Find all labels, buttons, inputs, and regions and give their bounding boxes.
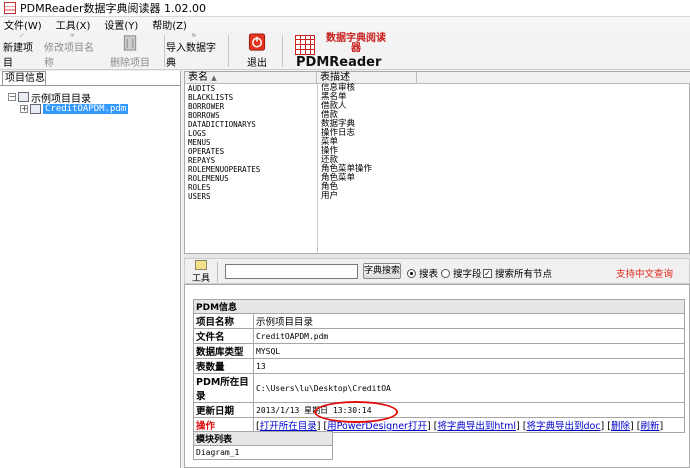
cn-search-hint: 支持中文查询 — [616, 269, 674, 280]
sort-asc-icon: ▲ — [211, 74, 217, 82]
menu-bar: 文件(W) 工具(X) 设置(Y) 帮助(Z) — [0, 17, 690, 32]
info-row: 更新日期 2013/1/13 星期日 13:30:14 — [193, 402, 685, 418]
table-row[interactable]: BORROWS 借款 — [185, 111, 690, 121]
search-input[interactable] — [225, 264, 358, 279]
table-name-cell: BORROWER — [188, 102, 225, 111]
tools-button[interactable]: 工具 — [191, 260, 211, 284]
logo-cn-text: 数据字典阅读器 — [326, 33, 386, 54]
table-name-cell: AUDITS — [188, 84, 216, 93]
pdm-file-icon — [30, 104, 41, 114]
edit-project-button[interactable]: 修改项目名称 — [44, 33, 100, 69]
refresh-link[interactable]: 刷新 — [640, 421, 659, 432]
delete-link[interactable]: 删除 — [611, 421, 630, 432]
pdm-info-header: PDM信息 — [193, 299, 685, 314]
table-row[interactable]: BLACKLISTS 黑名单 — [185, 93, 690, 103]
expand-icon[interactable]: + — [20, 105, 28, 113]
collapse-icon[interactable]: − — [8, 93, 16, 101]
table-name-cell: USERS — [188, 192, 211, 201]
window-title: PDMReader数据字典阅读器 1.02.00 — [20, 2, 207, 15]
table-row[interactable]: USERS 用户 — [185, 191, 690, 202]
search-separator — [217, 262, 218, 282]
logo-grid-icon — [295, 35, 315, 55]
tree-child-label: CreditOAPDM.pdm — [43, 104, 129, 114]
module-list-header: 模块列表 — [193, 431, 333, 446]
table-name-cell: ROLES — [188, 183, 211, 192]
export-doc-link[interactable]: 将字典导出到doc — [526, 421, 600, 432]
table-row[interactable]: MENUS 菜单 — [185, 138, 690, 148]
table-name-cell: MENUS — [188, 138, 211, 147]
table-name-cell: BORROWS — [188, 111, 220, 120]
info-row: PDM所在目录 C:\Users\lu\Desktop\CreditOA — [193, 373, 685, 403]
table-name-cell: DATADICTIONARYS — [188, 120, 256, 129]
table-row[interactable]: AUDITS 信息审核 — [185, 84, 690, 94]
dict-search-button[interactable]: 字典搜索 — [363, 263, 401, 279]
module-row: Diagram_1 — [193, 445, 333, 460]
table-name-cell: BLACKLISTS — [188, 93, 234, 102]
title-bar: PDMReader数据字典阅读器 1.02.00 — [0, 0, 690, 17]
new-project-icon — [20, 33, 24, 37]
tab-project-info[interactable]: 项目信息 — [2, 71, 46, 85]
search-bar: 工具 字典搜索 搜表 搜字段 ✓ 搜索所有节点 支持中文查询 — [184, 258, 690, 284]
table-row[interactable]: BORROWER 借款人 — [185, 102, 690, 112]
table-row[interactable]: REPAYS 还款 — [185, 156, 690, 166]
table-name-cell: LOGS — [188, 129, 207, 138]
menu-file[interactable]: 文件(W) — [4, 17, 42, 32]
table-name-cell: ROLEMENUS — [188, 174, 229, 183]
toolbar-separator — [164, 35, 165, 67]
folder-icon — [18, 92, 29, 102]
module-list-table: 模块列表 Diagram_1 — [193, 431, 333, 460]
table-name-cell: ROLEMENUOPERATES — [188, 165, 261, 174]
logo-en-text: PDMReader — [296, 55, 382, 70]
table-desc-cell: 用户 — [321, 191, 339, 201]
app-icon — [4, 2, 16, 14]
pdm-info-pane: PDM信息 项目名称 示例项目目录 文件名 CreditOAPDM.pdm 数据库类… — [184, 284, 690, 468]
pdm-info-table: PDM信息 项目名称 示例项目目录 文件名 CreditOAPDM.pdm 数据库类… — [193, 299, 685, 433]
menu-tools[interactable]: 工具(X) — [56, 17, 91, 32]
table-row[interactable]: OPERATES 操作 — [185, 147, 690, 157]
table-row[interactable]: DATADICTIONARYS 数据字典 — [185, 120, 690, 130]
table-row[interactable]: ROLES 角色 — [185, 183, 690, 193]
tree-root[interactable]: − 示例项目目录 — [8, 91, 91, 105]
new-project-button[interactable]: 新建项目 — [3, 33, 41, 69]
table-row[interactable]: ROLEMENUS 角色菜单 — [185, 174, 690, 184]
tools-icon — [195, 260, 207, 270]
delete-project-button[interactable]: 删除项目 — [110, 33, 150, 69]
table-name-cell: REPAYS — [188, 156, 216, 165]
info-row: 表数量 13 — [193, 358, 685, 374]
power-icon — [248, 33, 266, 51]
exit-button[interactable]: 退出 — [240, 33, 274, 69]
import-dict-button[interactable]: 导入数据字典 — [166, 33, 222, 69]
export-html-link[interactable]: 将字典导出到html — [437, 421, 516, 432]
delete-project-icon — [123, 35, 137, 51]
table-row[interactable]: LOGS 操作日志 — [185, 129, 690, 139]
tree-child[interactable]: + CreditOAPDM.pdm — [20, 103, 129, 115]
app-logo: 数据字典阅读器 PDMReader — [292, 33, 392, 70]
grid-header: 表名 ▲ 表描述 — [185, 72, 690, 84]
table-grid: 表名 ▲ 表描述 AUDITS 信息审核 BLACKLISTS 黑名单 BORROWER… — [184, 71, 690, 254]
radio-search-table[interactable]: 搜表 — [407, 266, 438, 280]
radio-unselected-icon — [441, 268, 450, 278]
table-row[interactable]: ROLEMENUOPERATES 角色菜单操作 — [185, 165, 690, 175]
checkbox-checked-icon: ✓ — [483, 268, 492, 278]
info-row: 文件名 CreditOAPDM.pdm — [193, 328, 685, 344]
column-header-table-name[interactable]: 表名 ▲ — [185, 72, 317, 84]
menu-help[interactable]: 帮助(Z) — [152, 17, 187, 32]
toolbar-separator — [228, 35, 229, 67]
info-row: 数据库类型 MYSQL — [193, 343, 685, 359]
import-dict-icon — [192, 33, 196, 37]
checkbox-search-all[interactable]: ✓ 搜索所有节点 — [483, 266, 552, 280]
project-tree: − 示例项目目录 + CreditOAPDM.pdm — [0, 85, 181, 468]
open-powerdesigner-link[interactable]: 用PowerDesigner打开 — [327, 421, 427, 432]
menu-settings[interactable]: 设置(Y) — [104, 17, 138, 32]
radio-search-field[interactable]: 搜字段 — [441, 266, 482, 280]
project-panel: 项目信息 − 示例项目目录 + CreditOAPDM.pdm — [0, 71, 181, 468]
info-row: 项目名称 示例项目目录 — [193, 313, 685, 329]
toolbar-separator — [282, 35, 283, 67]
radio-selected-icon — [407, 268, 416, 278]
edit-project-icon — [70, 33, 74, 37]
table-name-cell: OPERATES — [188, 147, 225, 156]
